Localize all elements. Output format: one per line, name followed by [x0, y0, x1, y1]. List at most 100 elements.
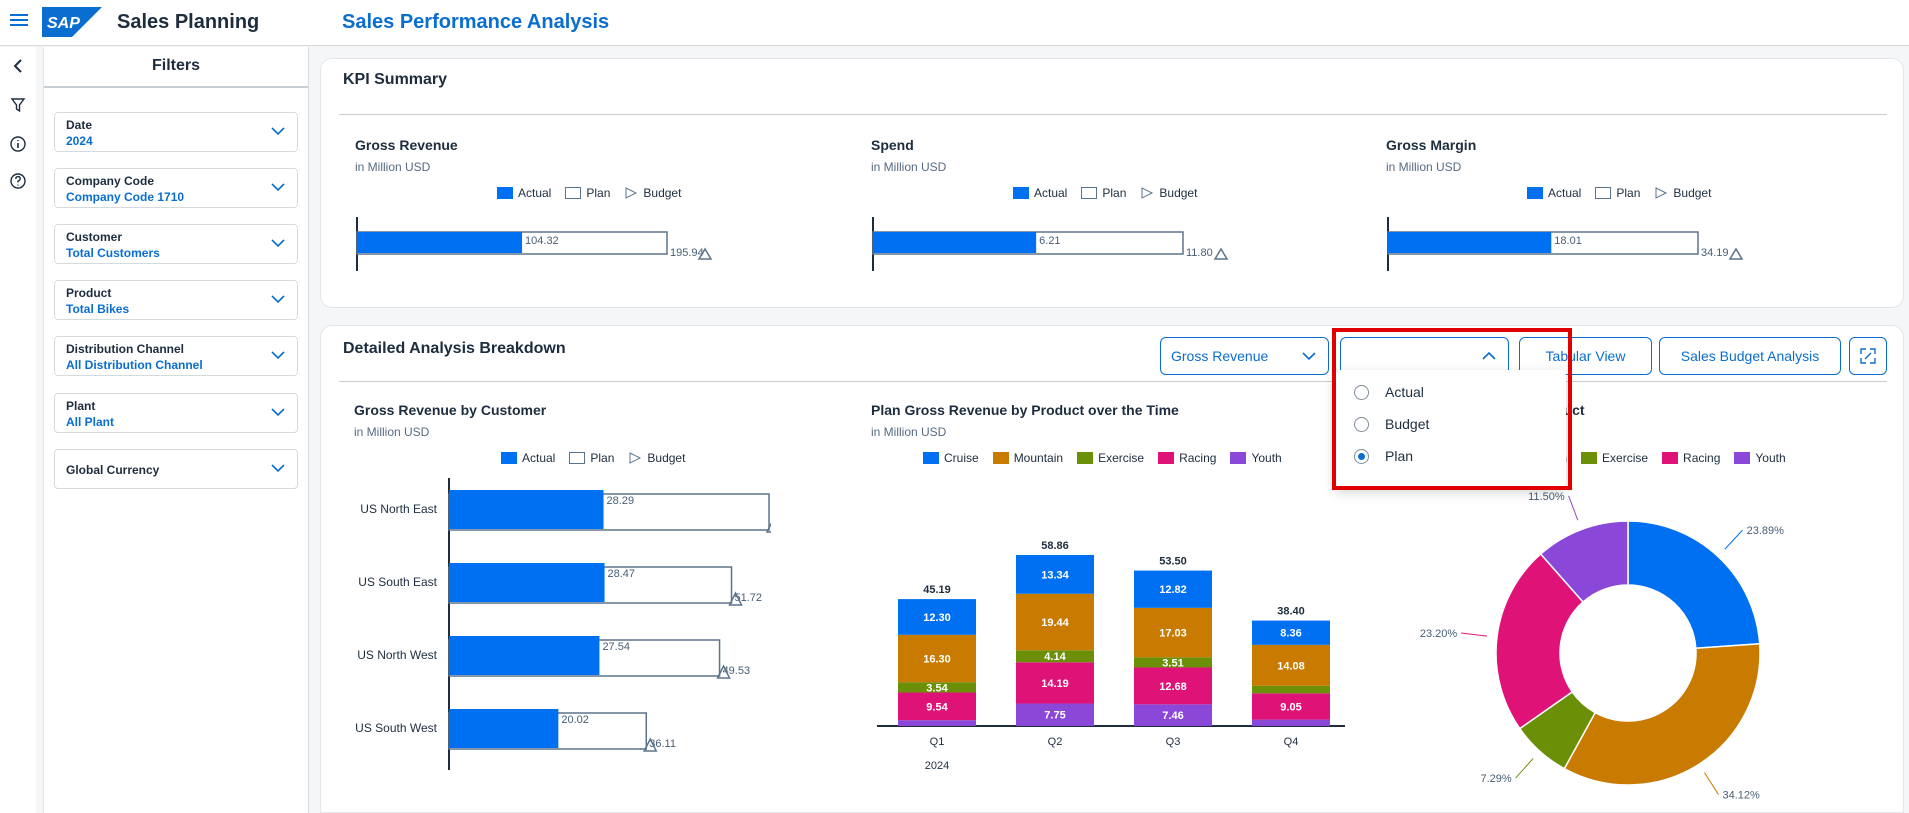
segment-value-label: 7.46 — [1162, 710, 1183, 722]
filter-global-currency[interactable]: Global Currency — [54, 449, 298, 489]
legend-label: Actual — [1548, 186, 1582, 200]
radio-plan[interactable] — [1354, 448, 1369, 464]
kpi-actual-bar — [357, 232, 523, 253]
chevron-down-icon — [271, 239, 285, 248]
category-label: US South West — [355, 721, 437, 735]
kpi-bullet-chart: 6.21 11.80 — [872, 217, 1229, 271]
legend-label: Cruise — [944, 451, 979, 465]
divider — [339, 381, 1887, 382]
legend-swatch-mountain — [992, 452, 1009, 464]
segment-value-label: 3.51 — [1162, 657, 1183, 669]
x-tick-label: Q2 — [1048, 736, 1063, 748]
stacked-bar-segment — [1252, 685, 1330, 694]
legend-swatch-youth — [1734, 452, 1751, 464]
kpi-plan-label: 11.80 — [1186, 247, 1213, 259]
budget-triangle-icon — [625, 187, 638, 199]
category-label: US North East — [360, 502, 437, 516]
segment-value-label: 3.54 — [926, 682, 948, 694]
segment-value-label: 17.03 — [1159, 628, 1187, 640]
segment-value-label: 9.54 — [926, 701, 948, 713]
legend-label: Actual — [1034, 186, 1068, 200]
filter-distribution-channel[interactable]: Distribution Channel All Distribution Ch… — [54, 336, 298, 376]
segment-value-label: 7.75 — [1044, 710, 1065, 722]
legend-label: Exercise — [1602, 451, 1649, 465]
filter-date[interactable]: Date 2024 — [54, 112, 298, 152]
legend-label: Exercise — [1098, 451, 1145, 465]
detailed-analysis-card: Detailed Analysis Breakdown Gross Revenu… — [320, 325, 1904, 813]
measure-select[interactable]: Gross Revenue — [1160, 337, 1329, 375]
divider — [339, 114, 1887, 115]
x-tick-label: Q4 — [1284, 736, 1299, 748]
actual-value-label: 20.02 — [561, 714, 589, 726]
filter-plant[interactable]: Plant All Plant — [54, 393, 298, 433]
option-plan[interactable]: Plan — [1354, 442, 1554, 470]
filter-customer[interactable]: Customer Total Customers — [54, 224, 298, 264]
kpi-unit: in Million USD — [871, 160, 947, 174]
filter-icon[interactable] — [9, 96, 27, 114]
stacked-bar-segment — [1252, 719, 1330, 726]
legend-label: Plan — [590, 451, 615, 465]
filters-panel: Filters Date 2024 Company Code Company C… — [43, 47, 309, 813]
segment-value-label: 14.19 — [1041, 678, 1069, 690]
actual-value-label: 27.54 — [602, 641, 630, 653]
option-actual[interactable]: Actual — [1354, 378, 1554, 406]
filter-value: 2024 — [66, 134, 93, 148]
help-icon[interactable] — [9, 172, 27, 190]
actual-bar — [449, 563, 605, 602]
shell-bar: SAP Sales Planning Sales Performance Ana… — [0, 0, 1909, 46]
donut-slice-label: 34.12% — [1722, 790, 1760, 802]
radio-actual[interactable] — [1354, 384, 1369, 400]
left-rail — [0, 47, 36, 813]
chevron-left-icon[interactable] — [9, 57, 27, 75]
radio-budget[interactable] — [1354, 416, 1369, 432]
chevron-down-icon — [271, 183, 285, 192]
legend-label: Budget — [1159, 186, 1198, 200]
customer-bar-chart: US North East28.2958.58US South East28.4… — [355, 478, 771, 770]
donut-leader-line — [1704, 772, 1719, 795]
legend-swatch-exercise — [1581, 452, 1598, 464]
option-budget[interactable]: Budget — [1354, 410, 1554, 438]
budget-triangle-icon — [1655, 187, 1668, 199]
option-label: Budget — [1385, 416, 1430, 432]
filter-company-code[interactable]: Company Code Company Code 1710 — [54, 168, 298, 208]
legend-label: Racing — [1683, 451, 1721, 465]
info-icon[interactable] — [9, 135, 27, 153]
fullscreen-icon — [1860, 348, 1876, 364]
filter-product[interactable]: Product Total Bikes — [54, 280, 298, 320]
sap-logo[interactable]: SAP — [42, 7, 102, 37]
kpi-actual-label: 18.01 — [1554, 235, 1582, 247]
legend-label: Racing — [1179, 451, 1217, 465]
chevron-down-icon — [271, 127, 285, 136]
total-value-label: 58.86 — [1041, 540, 1069, 552]
legend-swatch-actual — [1527, 187, 1543, 199]
donut-leader-line — [1724, 529, 1743, 550]
donut-slice — [1627, 520, 1761, 650]
category-label: US North West — [357, 648, 437, 662]
legend-label: Mountain — [1013, 451, 1064, 465]
kpi-title: Gross Margin — [1386, 137, 1477, 153]
category-label: US South East — [358, 575, 437, 589]
legend-swatch-actual — [501, 452, 517, 464]
menu-icon[interactable] — [10, 11, 28, 33]
x-year-label: 2024 — [925, 760, 949, 772]
segment-value-label: 9.05 — [1280, 701, 1301, 713]
filter-value: All Plant — [66, 415, 115, 429]
kpi-legend: Actual Plan Budget — [497, 186, 687, 200]
detailed-analysis-title: Detailed Analysis Breakdown — [343, 340, 566, 357]
legend-swatch-plan — [1081, 187, 1098, 199]
legend-label: Budget — [643, 186, 682, 200]
legend-swatch-racing — [1158, 452, 1175, 464]
chevron-down-icon — [271, 351, 285, 360]
total-value-label: 38.40 — [1277, 606, 1305, 618]
segment-value-label: 12.82 — [1159, 584, 1187, 596]
segment-value-label: 4.14 — [1044, 651, 1066, 663]
customer-chart-title: Gross Revenue by Customer — [354, 402, 547, 418]
filter-label: Date — [66, 118, 93, 132]
actual-bar — [449, 636, 600, 675]
stacked-bar-segment — [898, 720, 976, 726]
segment-value-label: 14.08 — [1277, 660, 1305, 672]
fullscreen-button[interactable] — [1849, 337, 1887, 375]
filter-value: All Distribution Channel — [66, 358, 203, 372]
sales-budget-analysis-button[interactable]: Sales Budget Analysis — [1659, 337, 1841, 375]
budget-triangle-icon — [629, 452, 642, 464]
